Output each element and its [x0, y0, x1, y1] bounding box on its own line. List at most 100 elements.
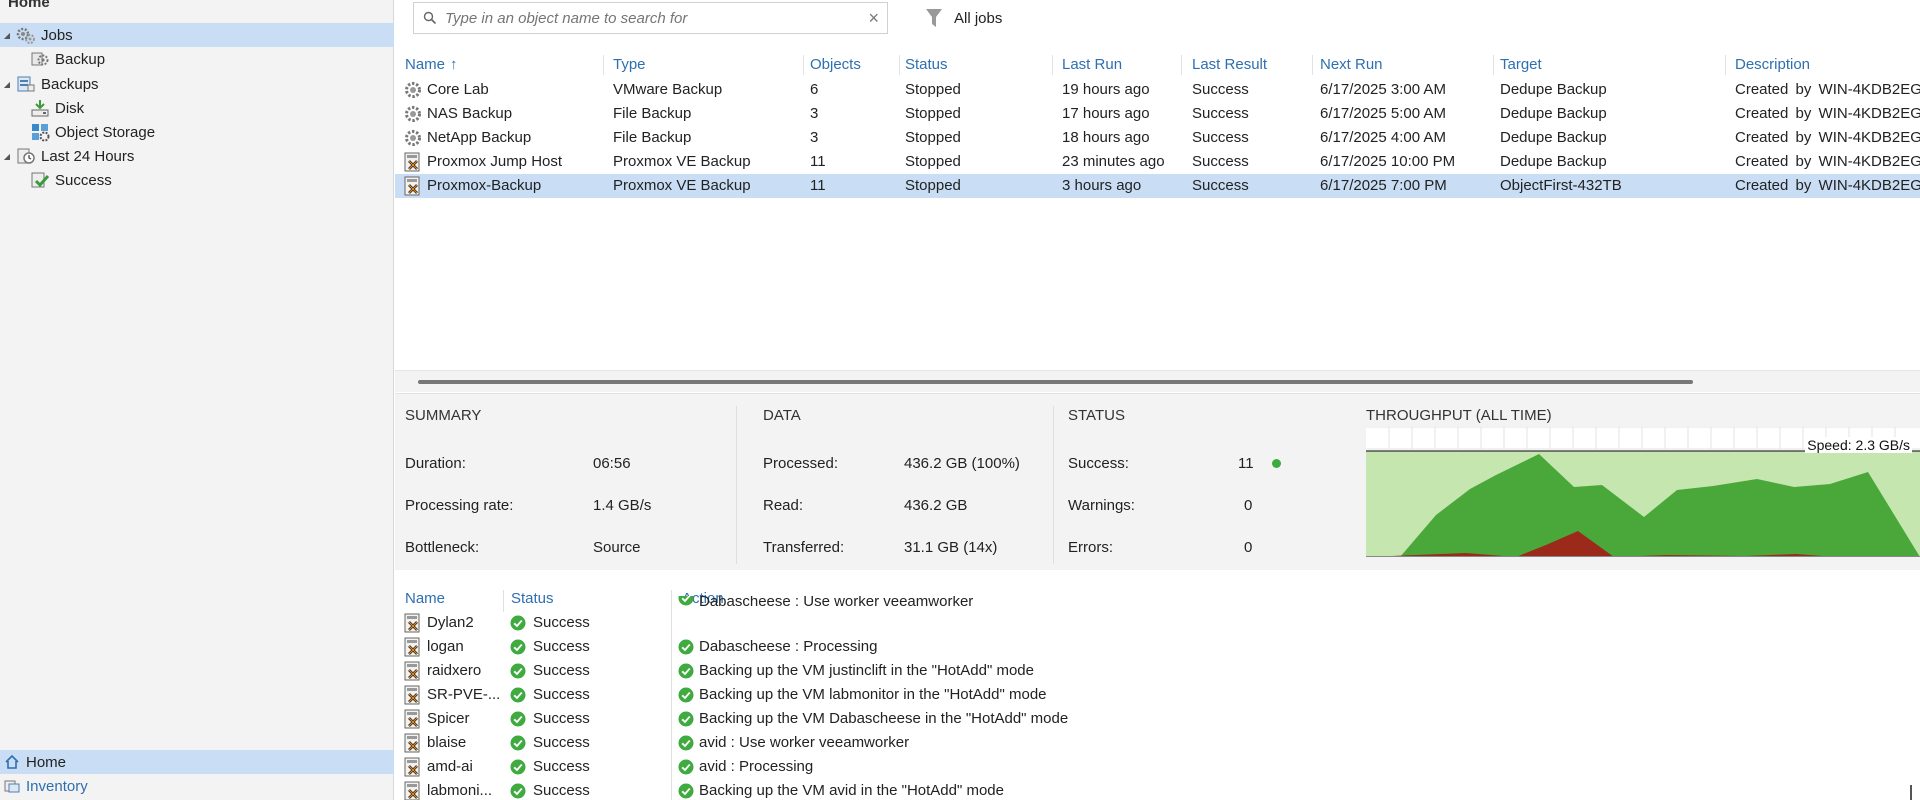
job-row-netapp-backup[interactable]: NetApp Backup File Backup 3 Stopped 18 h…	[395, 126, 1920, 150]
object-status: Success	[533, 662, 590, 679]
search-icon	[423, 11, 437, 25]
object-status: Success	[533, 782, 590, 799]
filter-all-jobs[interactable]: All jobs	[925, 4, 1002, 32]
column-header-objects[interactable]: Objects	[810, 53, 861, 77]
column-header-next-run[interactable]: Next Run	[1320, 53, 1383, 77]
nav-bottom-bar: Home Inventory	[0, 750, 394, 800]
vertical-scrollbar[interactable]	[1910, 785, 1912, 800]
job-status: Stopped	[905, 81, 961, 98]
gear-job-icon	[403, 80, 423, 100]
object-storage-icon	[30, 122, 50, 142]
job-status: Stopped	[905, 153, 961, 170]
vm-icon	[403, 685, 423, 705]
search-input[interactable]	[445, 9, 865, 27]
transferred-label: Transferred:	[763, 539, 845, 556]
warnings-label: Warnings:	[1068, 497, 1135, 514]
job-objects: 11	[810, 177, 826, 194]
column-header-status[interactable]: Status	[905, 53, 948, 77]
scrollbar-thumb[interactable]	[418, 380, 1693, 384]
job-last-result: Success	[1192, 105, 1249, 122]
session-object-row[interactable]: raidxero Success	[395, 659, 665, 683]
tree-item-backup[interactable]: Backup	[30, 47, 105, 71]
action-text: Backing up the VM justinclift in the "Ho…	[699, 662, 1034, 679]
success-label: Success:	[1068, 455, 1129, 472]
bottleneck-value: Source	[593, 539, 641, 556]
search-box[interactable]: ×	[413, 2, 888, 34]
tree-item-last-24-hours[interactable]: ◢ Last 24 Hours	[2, 144, 134, 168]
tree-label: Disk	[55, 99, 85, 117]
column-header-last-run[interactable]: Last Run	[1062, 53, 1122, 77]
read-label: Read:	[763, 497, 804, 514]
object-name: labmoni...	[427, 782, 493, 799]
expand-caret-icon[interactable]: ◢	[2, 31, 12, 40]
success-icon	[30, 170, 50, 190]
job-details-panel: SUMMARY Duration: 06:56 Processing rate:…	[395, 393, 1920, 570]
object-status: Success	[533, 710, 590, 727]
job-last-result: Success	[1192, 81, 1249, 98]
job-row-core-lab[interactable]: Core Lab VMware Backup 6 Stopped 19 hour…	[395, 78, 1920, 102]
nav-title: Home	[8, 0, 50, 11]
nav-home[interactable]: Home	[0, 750, 394, 774]
horizontal-scrollbar[interactable]	[395, 370, 1920, 392]
expand-caret-icon[interactable]: ◢	[2, 152, 12, 161]
job-type: Proxmox VE Backup	[613, 177, 751, 194]
session-object-row[interactable]: Dylan2 Success	[395, 611, 665, 635]
processing-rate-value: 1.4 GB/s	[593, 497, 652, 514]
tree-item-disk[interactable]: Disk	[30, 96, 84, 120]
data-title: DATA	[763, 407, 801, 424]
errors-label: Errors:	[1068, 539, 1113, 556]
nav-label: Inventory	[26, 777, 88, 795]
tree-item-jobs[interactable]: ◢ Jobs	[0, 23, 394, 47]
tree-item-success[interactable]: Success	[30, 168, 112, 192]
nav-label: Home	[26, 753, 67, 771]
object-status: Success	[533, 614, 590, 631]
vm-icon	[403, 757, 423, 777]
success-check-icon	[678, 735, 694, 751]
success-check-icon	[510, 663, 526, 679]
filter-icon	[926, 9, 942, 27]
session-object-row[interactable]: amd-ai Success	[395, 755, 665, 779]
job-row-proxmox-backup[interactable]: Proxmox-Backup Proxmox VE Backup 11 Stop…	[395, 174, 1920, 198]
expand-caret-icon[interactable]: ◢	[2, 80, 12, 89]
action-text: Dabascheese : Processing	[699, 638, 878, 655]
job-row-nas-backup[interactable]: NAS Backup File Backup 3 Stopped 17 hour…	[395, 102, 1920, 126]
session-header-name[interactable]: Name	[405, 588, 445, 610]
object-status: Success	[533, 686, 590, 703]
column-header-type[interactable]: Type	[613, 53, 646, 77]
action-text: Dabascheese : Use worker veeamworker	[699, 596, 974, 610]
tree-item-object-storage[interactable]: Object Storage	[30, 120, 155, 144]
session-object-row[interactable]: SR-PVE-... Success	[395, 683, 665, 707]
clear-search-icon[interactable]: ×	[868, 8, 879, 29]
job-status: Stopped	[905, 177, 961, 194]
job-objects: 3	[810, 105, 819, 122]
proxmox-job-icon	[403, 176, 423, 196]
action-text: avid : Use worker veeamworker	[699, 734, 910, 751]
object-status: Success	[533, 758, 590, 775]
session-object-row[interactable]: Spicer Success	[395, 707, 665, 731]
session-header-status[interactable]: Status	[511, 588, 554, 610]
column-header-name[interactable]: Name ↑	[405, 53, 458, 77]
backups-icon	[16, 74, 36, 94]
column-header-description[interactable]: Description	[1735, 53, 1810, 77]
tree-item-backups[interactable]: ◢ Backups	[2, 72, 99, 96]
session-object-row[interactable]: blaise Success	[395, 731, 665, 755]
job-next-run: 6/17/2025 5:00 AM	[1320, 105, 1446, 122]
duration-label: Duration:	[405, 455, 466, 472]
job-row-proxmox-jump-host[interactable]: Proxmox Jump Host Proxmox VE Backup 11 S…	[395, 150, 1920, 174]
bottleneck-label: Bottleneck:	[405, 539, 480, 556]
gear-job-icon	[403, 128, 423, 148]
success-check-icon	[510, 735, 526, 751]
session-object-row[interactable]: logan Success	[395, 635, 665, 659]
object-name: logan	[427, 638, 464, 655]
job-name: Proxmox-Backup	[427, 177, 542, 194]
column-header-target[interactable]: Target	[1500, 53, 1542, 77]
object-name: Spicer	[427, 710, 470, 727]
nav-inventory[interactable]: Inventory	[0, 774, 394, 798]
column-header-last-result[interactable]: Last Result	[1192, 53, 1267, 77]
warnings-value: 0	[1244, 497, 1253, 514]
job-name: NetApp Backup	[427, 129, 532, 146]
session-object-row[interactable]: labmoni... Success	[395, 779, 665, 800]
success-check-icon	[678, 711, 694, 727]
job-objects: 3	[810, 129, 819, 146]
action-text: Backing up the VM labmonitor in the "Hot…	[699, 686, 1047, 703]
